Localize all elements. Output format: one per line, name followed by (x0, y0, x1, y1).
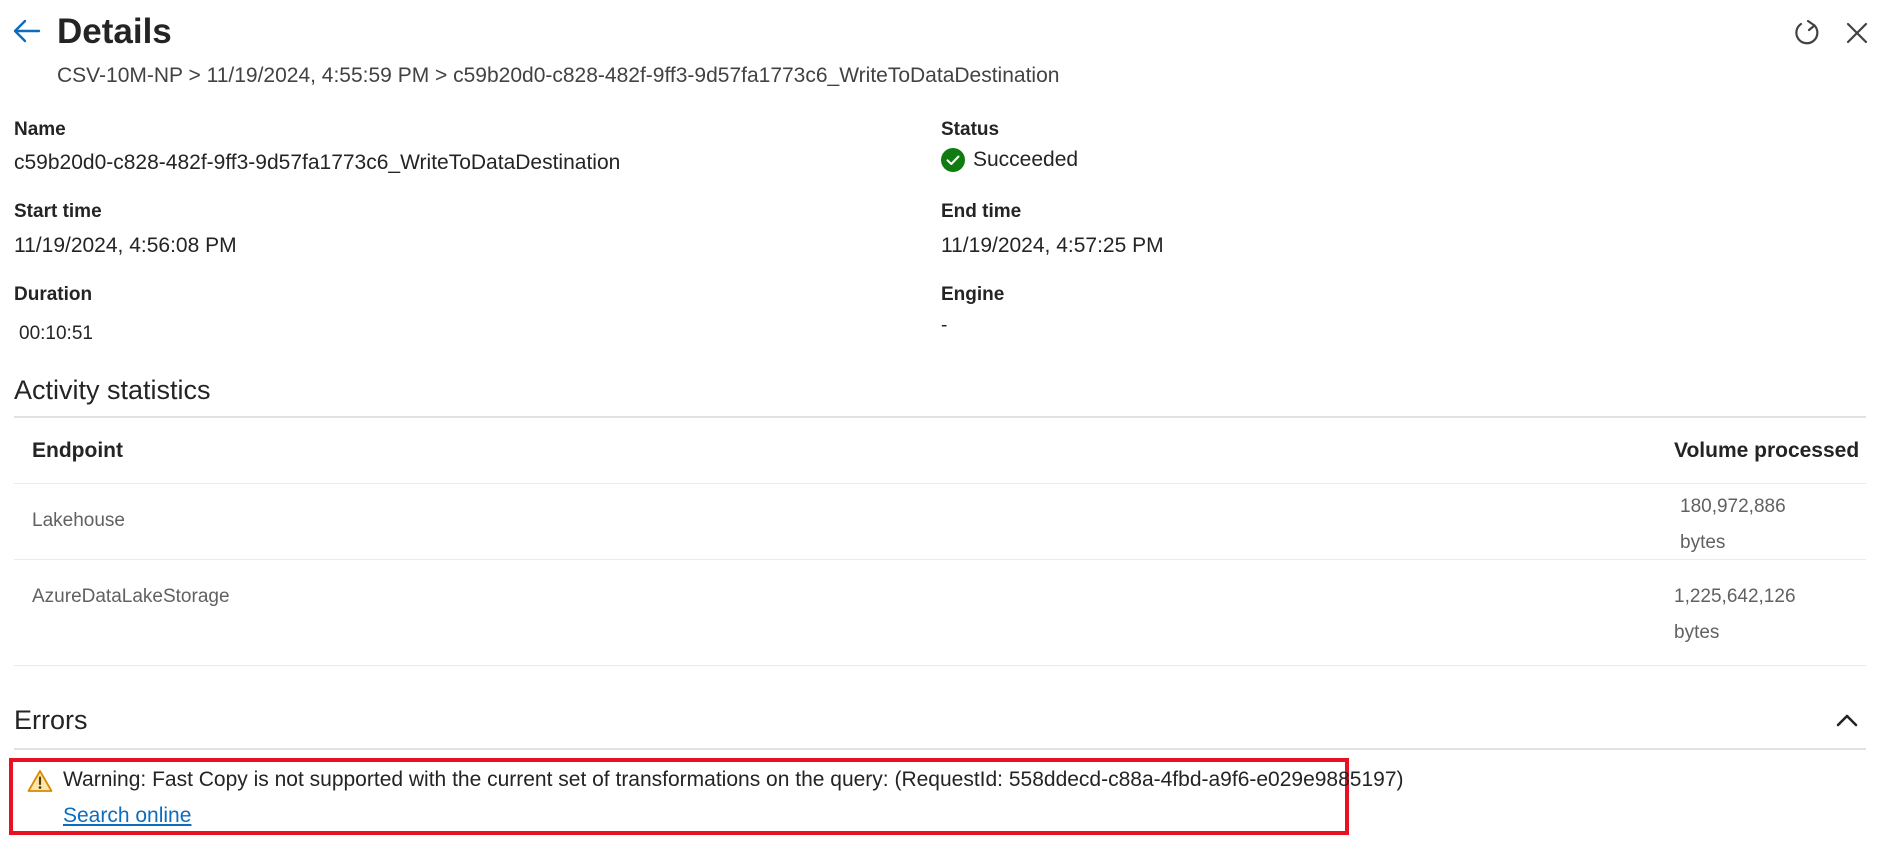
arrow-left-icon (13, 19, 41, 43)
collapse-errors-button[interactable] (1830, 703, 1864, 737)
duration-label: Duration (14, 284, 93, 305)
page-title: Details (57, 12, 172, 51)
duration-value: 00:10:51 (19, 323, 93, 344)
engine-label: Engine (941, 284, 1005, 305)
back-button[interactable] (10, 14, 44, 48)
name-label: Name (14, 119, 66, 140)
warning-triangle-icon (27, 769, 53, 798)
row-divider (14, 559, 1866, 560)
end-time-label: End time (941, 201, 1022, 222)
close-button[interactable] (1838, 14, 1876, 52)
table-row-volume-unit: bytes (1680, 532, 1726, 553)
warning-message-box: Warning: Fast Copy is not supported with… (9, 758, 1404, 835)
table-row-volume: 1,225,642,126 (1674, 586, 1796, 607)
checkmark-circle-icon (941, 148, 965, 172)
status-value: Succeeded (973, 148, 1079, 171)
status-badge: Succeeded (941, 148, 1078, 172)
table-row-volume-unit: bytes (1674, 622, 1720, 643)
refresh-icon (1795, 19, 1819, 45)
start-time-value: 11/19/2024, 4:56:08 PM (14, 234, 237, 257)
end-time-value: 11/19/2024, 4:57:25 PM (941, 234, 1164, 257)
errors-title: Errors (14, 705, 88, 735)
endpoint-column-header: Endpoint (32, 439, 123, 462)
close-icon (1846, 22, 1868, 44)
volume-column-header: Volume processed (1674, 439, 1860, 462)
table-row-endpoint: AzureDataLakeStorage (32, 586, 230, 607)
status-label: Status (941, 119, 1000, 140)
engine-value: - (941, 315, 948, 336)
search-online-link[interactable]: Search online (63, 804, 191, 828)
header-row-divider (14, 483, 1866, 484)
table-row-endpoint: Lakehouse (32, 510, 125, 531)
refresh-button[interactable] (1788, 14, 1826, 52)
errors-divider (14, 748, 1866, 750)
breadcrumb: CSV-10M-NP > 11/19/2024, 4:55:59 PM > c5… (57, 64, 1060, 87)
table-row-volume: 180,972,886 (1680, 496, 1786, 517)
name-value: c59b20d0-c828-482f-9ff3-9d57fa1773c6_Wri… (14, 151, 621, 174)
start-time-label: Start time (14, 201, 102, 222)
warning-message-text: Warning: Fast Copy is not supported with… (63, 768, 1404, 791)
row-divider (14, 665, 1866, 666)
activity-divider (14, 416, 1866, 418)
chevron-up-icon (1836, 714, 1858, 727)
activity-statistics-title: Activity statistics (14, 375, 211, 405)
